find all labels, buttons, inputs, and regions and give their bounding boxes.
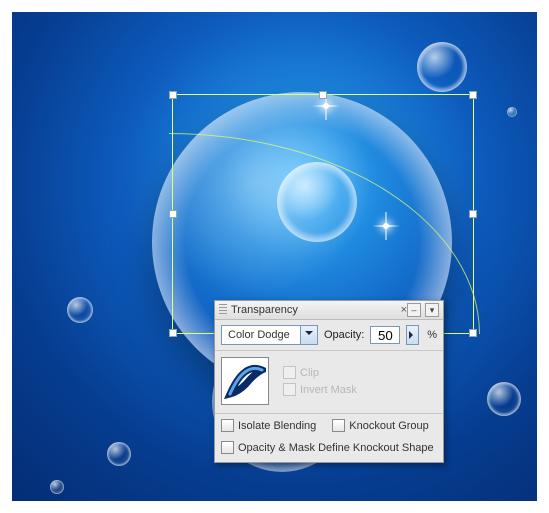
- blend-opacity-row: Color Dodge Opacity: %: [215, 320, 443, 351]
- resize-handle-bl[interactable]: [169, 329, 177, 337]
- invert-mask-label: Invert Mask: [300, 384, 357, 396]
- checkbox-icon: [221, 419, 234, 432]
- checkbox-icon: [221, 441, 234, 454]
- checkbox-icon: [283, 366, 296, 379]
- checkbox-icon: [332, 419, 345, 432]
- blend-mode-value: Color Dodge: [222, 329, 300, 341]
- grip-icon[interactable]: [219, 304, 227, 316]
- small-bubble: [107, 442, 131, 466]
- resize-handle-tl[interactable]: [169, 91, 177, 99]
- small-bubble: [417, 42, 467, 92]
- invert-mask-checkbox: Invert Mask: [283, 383, 357, 396]
- opacity-label: Opacity:: [324, 329, 364, 341]
- blend-options-row: Isolate Blending Knockout Group: [215, 413, 443, 437]
- checkbox-icon: [283, 383, 296, 396]
- opacity-stepper[interactable]: [406, 325, 419, 345]
- knockout-group-checkbox[interactable]: Knockout Group: [332, 419, 429, 432]
- panel-titlebar[interactable]: Transparency × – ▾: [215, 301, 443, 320]
- resize-handle-mr[interactable]: [469, 210, 477, 218]
- clip-label: Clip: [300, 367, 319, 379]
- isolate-label: Isolate Blending: [238, 420, 316, 432]
- panel-title: Transparency: [231, 304, 397, 316]
- blend-mode-select[interactable]: Color Dodge: [221, 325, 318, 345]
- panel-minimize-icon[interactable]: –: [407, 303, 421, 317]
- clip-checkbox: Clip: [283, 366, 357, 379]
- opacity-unit: %: [427, 329, 437, 341]
- small-bubble: [507, 107, 517, 117]
- inner-bubble: [277, 162, 357, 242]
- isolate-blending-checkbox[interactable]: Isolate Blending: [221, 419, 316, 432]
- transparency-panel: Transparency × – ▾ Color Dodge Opacity: …: [214, 300, 444, 463]
- small-bubble: [67, 297, 93, 323]
- chevron-down-icon[interactable]: [300, 326, 317, 344]
- app-frame: Transparency × – ▾ Color Dodge Opacity: …: [0, 0, 549, 513]
- opacity-input[interactable]: [370, 326, 400, 344]
- small-bubble: [487, 382, 521, 416]
- opacity-thumbnail[interactable]: [221, 357, 269, 405]
- resize-handle-tr[interactable]: [469, 91, 477, 99]
- knockout-label: Knockout Group: [349, 420, 429, 432]
- define-knockout-checkbox[interactable]: Opacity & Mask Define Knockout Shape: [221, 441, 437, 454]
- artboard[interactable]: Transparency × – ▾ Color Dodge Opacity: …: [12, 12, 537, 501]
- panel-menu-icon[interactable]: ▾: [425, 303, 439, 317]
- thumbnail-row: Clip Invert Mask: [215, 351, 443, 413]
- define-knockout-label: Opacity & Mask Define Knockout Shape: [238, 442, 434, 454]
- define-knockout-row: Opacity & Mask Define Knockout Shape: [215, 437, 443, 462]
- small-bubble: [50, 480, 64, 494]
- resize-handle-br[interactable]: [469, 329, 477, 337]
